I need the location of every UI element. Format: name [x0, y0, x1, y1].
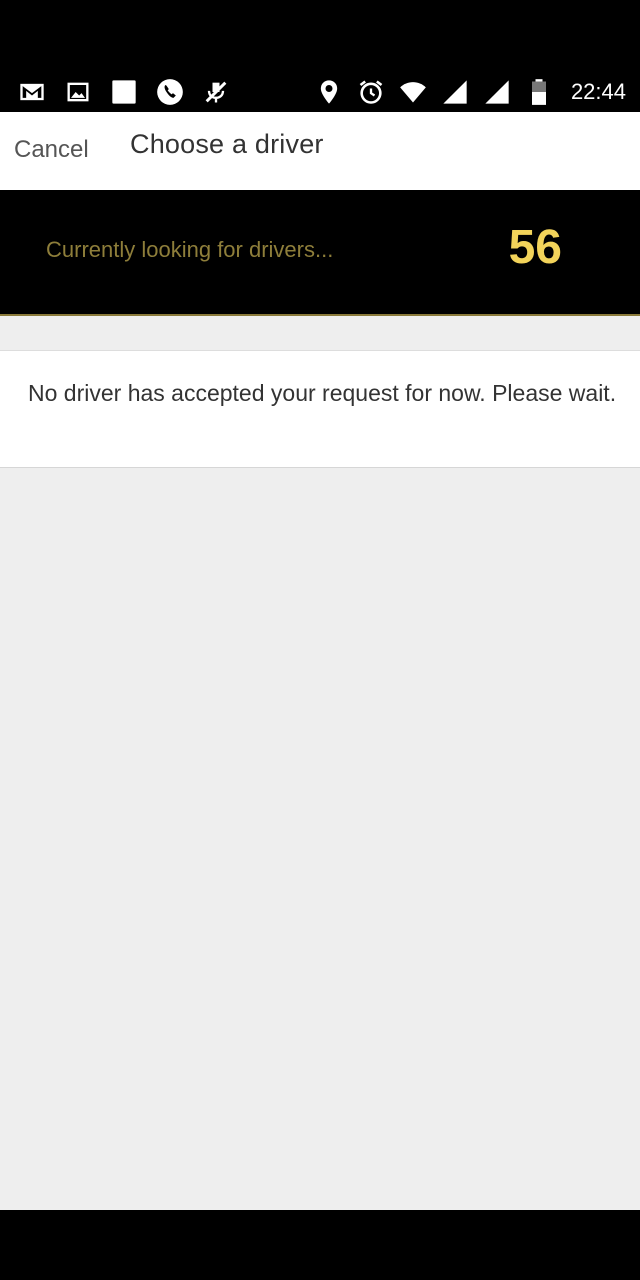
phone-call-icon [154, 76, 186, 108]
no-driver-message-card: No driver has accepted your request for … [0, 350, 640, 468]
signal-icon [481, 76, 513, 108]
alarm-icon [355, 76, 387, 108]
search-status-text: Currently looking for drivers... [46, 237, 334, 262]
status-bar-notifications [16, 74, 232, 110]
cancel-button[interactable]: Cancel [14, 136, 89, 164]
countdown-timer: 56 [508, 221, 562, 274]
gmail-icon [16, 76, 48, 108]
gallery-icon [62, 76, 94, 108]
location-pin-icon [313, 76, 345, 108]
signal-icon [439, 76, 471, 108]
driver-search-banner: Currently looking for drivers... 56 [0, 190, 640, 316]
no-driver-message: No driver has accepted your request for … [28, 380, 617, 406]
app-header: Cancel Choose a driver [0, 112, 640, 190]
app-screen: 22:44 Cancel Choose a driver Currently l… [0, 0, 640, 1280]
status-bar-system: 22:44 [313, 74, 626, 110]
mic-off-icon [200, 76, 232, 108]
status-bar-time: 22:44 [570, 79, 626, 104]
wifi-icon [397, 76, 429, 108]
status-bar: 22:44 [0, 0, 640, 112]
blank-notification-icon [108, 76, 140, 108]
system-navigation-bar [0, 1210, 640, 1280]
battery-icon [523, 76, 555, 108]
page-title: Choose a driver [130, 129, 324, 159]
driver-list-area: No driver has accepted your request for … [0, 316, 640, 1210]
